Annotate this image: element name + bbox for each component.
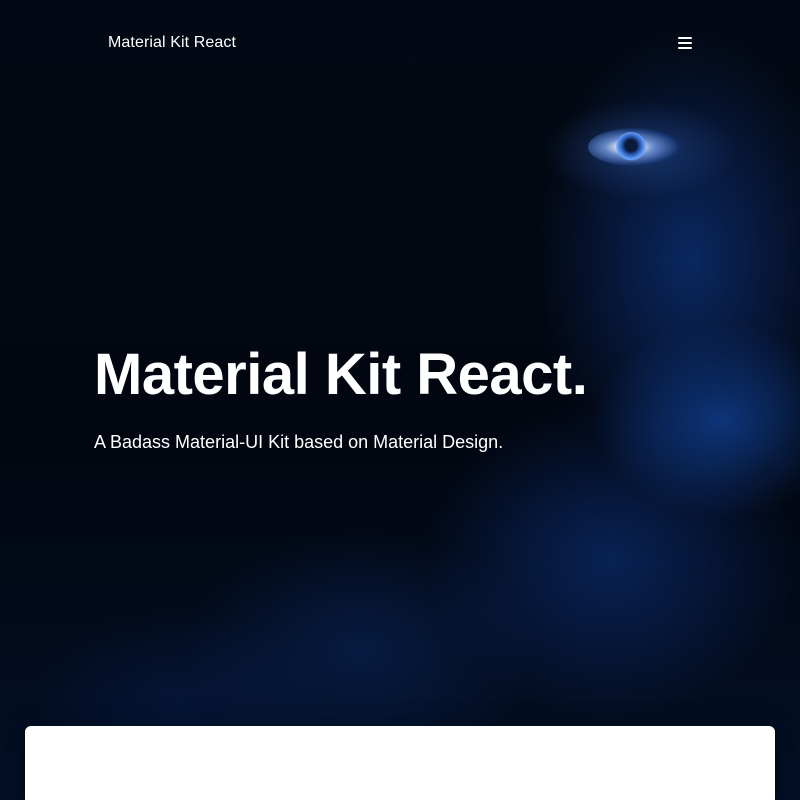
face-eye-iris (616, 132, 646, 162)
hamburger-menu-icon (678, 37, 692, 49)
menu-button[interactable] (670, 28, 700, 58)
hero-subtitle: A Badass Material-UI Kit based on Materi… (94, 432, 504, 452)
navbar: Material Kit React (0, 0, 800, 86)
main-content-card (25, 726, 775, 800)
landing-page: Material Kit React Material Kit React. A… (0, 0, 800, 800)
hero-title: Material Kit React. (94, 342, 588, 407)
brand-link[interactable]: Material Kit React (108, 32, 236, 54)
